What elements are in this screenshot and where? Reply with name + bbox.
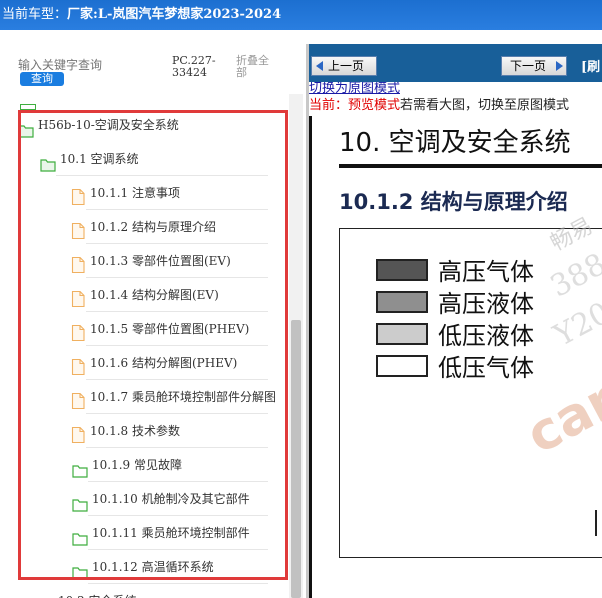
arrow-right-icon (556, 61, 563, 71)
arrow-left-icon (316, 61, 323, 71)
document-icon (70, 252, 86, 274)
tree-item[interactable]: 10.1.6 结构分解图(PHEV) (70, 346, 288, 380)
tree-item-label: 10.1.4 结构分解图(EV) (90, 288, 219, 302)
prev-page-button[interactable]: 上一页 (311, 56, 377, 76)
refresh-link[interactable]: [刷 (581, 56, 600, 75)
tree-item-label: 10.1.5 零部件位置图(PHEV) (90, 322, 250, 336)
document-viewer: 上一页 下一页 [刷 切换为原图模式 当前：预览模式若需看大图，切换至原图模式 … (309, 44, 602, 598)
folder-open-icon (18, 117, 34, 138)
legend-swatch (376, 355, 428, 377)
tree-item[interactable]: 10.1.9 常见故障 (72, 448, 288, 482)
viewer-toolbar: 上一页 下一页 [刷 (309, 44, 602, 82)
document-icon (70, 218, 86, 240)
document-icon (70, 388, 86, 410)
next-page-button[interactable]: 下一页 (501, 56, 567, 76)
tree-view: H56b-10-空调及安全系统 10.1 空调系统 10.1.1 注意事项 10.1.… (0, 94, 290, 598)
current-model-prefix: 当前车型： (2, 7, 68, 22)
tree-item[interactable]: 10.1.10 机舱制冷及其它部件 (72, 482, 288, 516)
document-subtitle: 10.1.2 结构与原理介绍 (339, 190, 568, 214)
tree-item-label: 10.1.2 结构与原理介绍 (90, 220, 216, 234)
document-icon (70, 320, 86, 342)
legend-label: 低压液体 (438, 322, 534, 350)
tree-item[interactable]: 10.1.1 注意事项 (70, 176, 288, 210)
folder-icon (72, 525, 88, 546)
current-model-bar: 当前车型：厂家:L-岚图汽车梦想家2023-2024 (0, 0, 602, 30)
document-left-border (309, 116, 312, 598)
mode-line: 当前：预览模式若需看大图，切换至原图模式 (309, 98, 569, 114)
title-rule (339, 164, 602, 168)
folder-icon (72, 491, 88, 512)
tree-item-label: 10.1.8 技术参数 (90, 424, 180, 438)
document-icon (70, 422, 86, 444)
folder-icon (72, 559, 88, 580)
tree-item[interactable]: 10.1.2 结构与原理介绍 (70, 210, 288, 244)
document-icon (70, 184, 86, 206)
tree-item[interactable]: 10.1.7 乘员舱环境控制部件分解图 (70, 380, 288, 414)
document-icon (70, 286, 86, 308)
arrow-icon (595, 510, 597, 536)
sidebar-scrollbar[interactable] (289, 94, 303, 598)
tree-item[interactable]: 10.1.3 零部件位置图(EV) (70, 244, 288, 278)
tree-item-label: 10.1 空调系统 (60, 152, 139, 166)
legend-label: 低压气体 (438, 354, 534, 382)
current-model-name: 厂家:L-岚图汽车梦想家2023-2024 (67, 7, 282, 22)
folder-icon (38, 593, 54, 598)
mode-label: 当前：预览模式 (309, 98, 401, 113)
folder-open-icon (40, 151, 56, 172)
mode-hint: 若需看大图，切换至原图模式 (400, 98, 570, 113)
document-icon (70, 354, 86, 376)
tree-item[interactable]: 10.2 安全系统 (38, 584, 288, 598)
legend-swatch (376, 291, 428, 313)
sidebar: 查询 PC.227-33424 折叠全部 H56b-10-空调及安全系统 10.1… (0, 44, 306, 598)
tree-item[interactable]: 10.1.4 结构分解图(EV) (70, 278, 288, 312)
folder-icon (72, 457, 88, 478)
document-title: 10. 空调及安全系统 (339, 128, 571, 158)
search-button[interactable]: 查询 (20, 72, 64, 86)
pc-code: PC.227-33424 (172, 54, 216, 79)
tree-item-label: H56b-10-空调及安全系统 (38, 118, 179, 132)
switch-original-link[interactable]: 切换为原图模式 (309, 82, 400, 96)
tree-item-label: 10.1.7 乘员舱环境控制部件分解图 (90, 390, 276, 404)
tree-item[interactable]: H56b-10-空调及安全系统 (18, 108, 288, 142)
legend-label: 高压气体 (438, 258, 534, 286)
search-area: 查询 PC.227-33424 折叠全部 (0, 44, 306, 94)
next-page-label: 下一页 (510, 59, 547, 73)
tree-item-label: 10.1.3 零部件位置图(EV) (90, 254, 231, 268)
legend-swatch (376, 323, 428, 345)
tree-item-label: 10.1.12 高温循环系统 (92, 560, 214, 574)
prev-page-label: 上一页 (328, 59, 365, 73)
folder-icon (20, 94, 36, 110)
tree-item-label: 10.1.10 机舱制冷及其它部件 (92, 492, 250, 506)
scrollbar-thumb[interactable] (291, 320, 301, 598)
legend-label: 高压液体 (438, 290, 534, 318)
legend-swatch (376, 259, 428, 281)
tree-item-label: 10.2 安全系统 (58, 584, 137, 598)
tree-item-label: 10.1.1 注意事项 (90, 186, 180, 200)
tree-item[interactable]: 10.1.11 乘员舱环境控制部件 (72, 516, 288, 550)
tree-item[interactable]: 10.1.8 技术参数 (70, 414, 288, 448)
tree-item[interactable]: 10.1.12 高温循环系统 (72, 550, 288, 584)
tree-item-label: 10.1.9 常见故障 (92, 458, 182, 472)
tree-item[interactable]: 10.1.5 零部件位置图(PHEV) (70, 312, 288, 346)
collapse-all-button[interactable]: 折叠全部 (236, 55, 276, 79)
tree-item-label: 10.1.11 乘员舱环境控制部件 (92, 526, 250, 540)
tree-item[interactable]: 10.1 空调系统 (40, 142, 288, 176)
tree-item-label: 10.1.6 结构分解图(PHEV) (90, 356, 238, 370)
